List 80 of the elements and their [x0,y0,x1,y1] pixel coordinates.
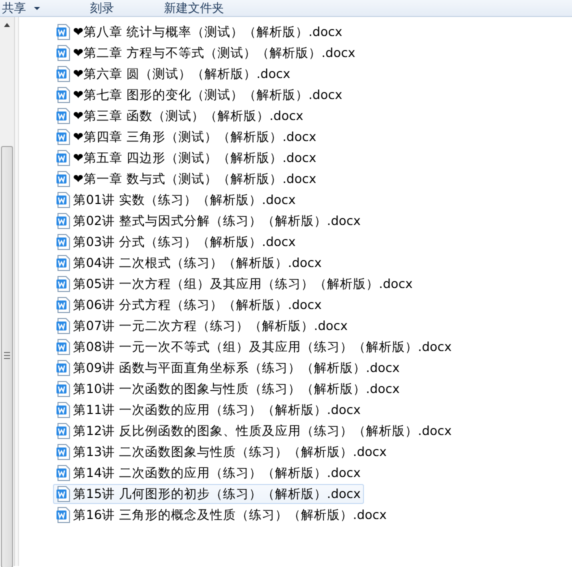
file-row[interactable]: ❤第一章 数与式（测试）（解析版）.docx [53,169,320,189]
word-document-icon [56,381,70,397]
word-document-icon [56,507,70,523]
file-name: ❤第一章 数与式（测试）（解析版）.docx [73,170,316,188]
file-name: ❤第三章 函数（测试）（解析版）.docx [73,108,304,124]
file-name: 第07讲 一元二次方程（练习）（解析版）.docx [73,318,348,334]
word-document-icon [56,234,70,250]
word-document-icon [56,87,70,103]
file-name: 第06讲 分式方程（练习）（解析版）.docx [73,296,322,314]
word-document-icon [56,171,70,187]
file-row[interactable]: ❤第六章 圆（测试）（解析版）.docx [53,64,294,84]
file-name: 第02讲 整式与因式分解（练习）（解析版）.docx [73,212,361,230]
file-name: ❤第八章 统计与概率（测试）（解析版）.docx [73,24,342,40]
grip-icon [4,352,10,358]
scrollbar[interactable] [0,17,15,566]
scroll-up-arrow-icon[interactable] [4,23,10,27]
word-document-icon [56,486,70,502]
file-row[interactable]: 第08讲 一元一次不等式（组）及其应用（练习）（解析版）.docx [53,337,455,357]
file-name: 第04讲 二次根式（练习）（解析版）.docx [73,254,322,272]
file-row[interactable]: 第06讲 分式方程（练习）（解析版）.docx [53,295,325,315]
file-row[interactable]: 第07讲 一元二次方程（练习）（解析版）.docx [53,316,351,336]
file-name: 第03讲 分式（练习）（解析版）.docx [73,234,296,250]
file-row[interactable]: 第10讲 一次函数的图象与性质（练习）（解析版）.docx [53,379,403,399]
file-name: 第08讲 一元一次不等式（组）及其应用（练习）（解析版）.docx [73,338,452,356]
file-row[interactable]: 第01讲 实数（练习）（解析版）.docx [53,190,299,210]
file-row[interactable]: ❤第八章 统计与概率（测试）（解析版）.docx [53,22,346,42]
file-row[interactable]: 第11讲 一次函数的应用（练习）（解析版）.docx [53,400,364,420]
word-document-icon [56,255,70,271]
word-document-icon [56,24,70,40]
file-row[interactable]: ❤第三章 函数（测试）（解析版）.docx [53,106,306,126]
word-document-icon [56,213,70,229]
word-document-icon [56,66,70,82]
file-name: ❤第六章 圆（测试）（解析版）.docx [73,66,290,82]
file-name: 第01讲 实数（练习）（解析版）.docx [73,192,296,208]
toolbar-button[interactable]: 共享 [0,1,42,16]
word-document-icon [56,192,70,208]
file-row[interactable]: 第03讲 分式（练习）（解析版）.docx [53,232,299,252]
toolbar-button[interactable]: 刻录 [88,1,116,16]
file-row[interactable]: ❤第二章 方程与不等式（测试）（解析版）.docx [53,43,358,63]
word-document-icon [56,465,70,481]
file-name: 第16讲 三角形的概念及性质（练习）（解析版）.docx [73,506,387,524]
word-document-icon [56,339,70,355]
file-name: 第11讲 一次函数的应用（练习）（解析版）.docx [73,402,361,418]
file-row[interactable]: 第13讲 二次函数图象与性质（练习）（解析版）.docx [53,442,390,462]
word-document-icon [56,129,70,145]
file-row[interactable]: 第16讲 三角形的概念及性质（练习）（解析版）.docx [53,505,390,525]
file-name: 第15讲 几何图形的初步（练习）（解析版）.docx [73,486,361,502]
file-name: 第09讲 函数与平面直角坐标系（练习）（解析版）.docx [73,360,400,376]
file-row[interactable]: ❤第四章 三角形（测试）（解析版）.docx [53,127,320,147]
file-name: 第05讲 一次方程（组）及其应用（练习）（解析版）.docx [73,276,413,292]
word-document-icon [56,150,70,166]
file-name: ❤第四章 三角形（测试）（解析版）.docx [73,128,316,146]
file-name: 第12讲 反比例函数的图象、性质及应用（练习）（解析版）.docx [73,422,452,440]
file-name: ❤第五章 四边形（测试）（解析版）.docx [73,150,316,166]
word-document-icon [56,108,70,124]
word-document-icon [56,402,70,418]
file-row[interactable]: 第09讲 函数与平面直角坐标系（练习）（解析版）.docx [53,358,403,378]
file-row[interactable]: 第04讲 二次根式（练习）（解析版）.docx [53,253,325,273]
scrollbar-thumb[interactable] [1,146,13,567]
file-name: ❤第二章 方程与不等式（测试）（解析版）.docx [73,44,356,62]
file-name: 第10讲 一次函数的图象与性质（练习）（解析版）.docx [73,380,400,398]
file-row[interactable]: 第15讲 几何图形的初步（练习）（解析版）.docx [53,484,364,504]
file-name: ❤第七章 图形的变化（测试）（解析版）.docx [73,86,342,104]
file-row[interactable]: 第05讲 一次方程（组）及其应用（练习）（解析版）.docx [53,274,416,294]
caret-icon [34,7,40,10]
word-document-icon [56,360,70,376]
file-row[interactable]: ❤第七章 图形的变化（测试）（解析版）.docx [53,85,346,105]
word-document-icon [56,297,70,313]
word-document-icon [56,423,70,439]
word-document-icon [56,276,70,292]
file-row[interactable]: 第02讲 整式与因式分解（练习）（解析版）.docx [53,211,364,231]
file-row[interactable]: 第14讲 二次函数的应用（练习）（解析版）.docx [53,463,364,483]
file-row[interactable]: ❤第五章 四边形（测试）（解析版）.docx [53,148,320,168]
word-document-icon [56,318,70,334]
word-document-icon [56,45,70,61]
word-document-icon [56,444,70,460]
file-row[interactable]: 第12讲 反比例函数的图象、性质及应用（练习）（解析版）.docx [53,421,455,441]
file-name: 第13讲 二次函数图象与性质（练习）（解析版）.docx [73,444,387,460]
file-name: 第14讲 二次函数的应用（练习）（解析版）.docx [73,464,361,482]
toolbar-button[interactable]: 新建文件夹 [162,1,226,16]
